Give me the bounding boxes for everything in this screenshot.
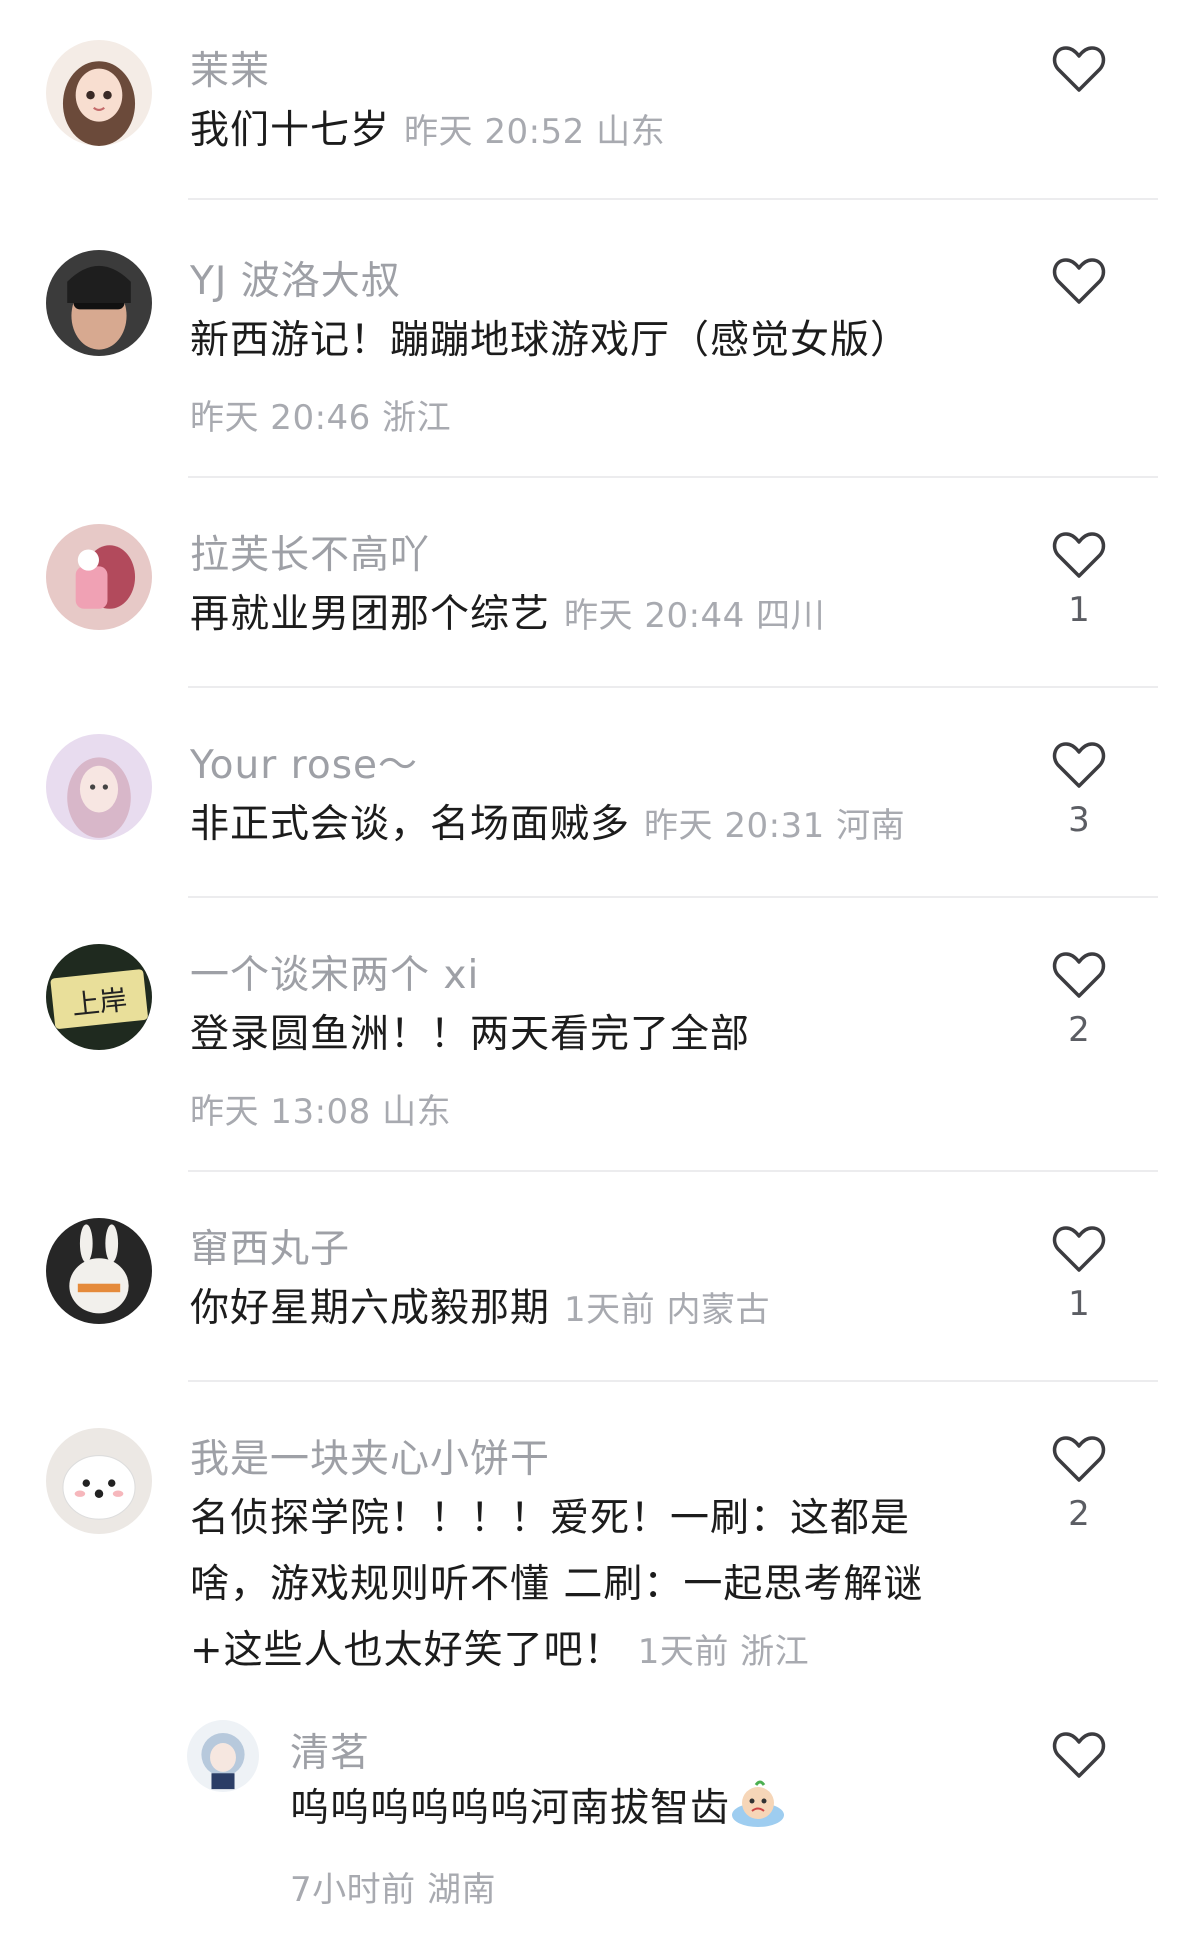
- comment-text: 名侦探学院！！！！爱死！一刷：这都是啥，游戏规则听不懂 二刷：一起思考解谜+这些…: [190, 1486, 970, 1685]
- like-count: 1: [1068, 1284, 1090, 1324]
- like-button[interactable]: [1052, 1730, 1106, 1780]
- comment-body: 再就业男团那个综艺: [190, 592, 551, 637]
- comment-text: 我们十七岁 昨天 20:52 山东: [190, 98, 970, 165]
- like-button[interactable]: [1052, 1224, 1106, 1274]
- username[interactable]: 茉茉: [190, 40, 270, 96]
- comment-text: 新西游记！蹦蹦地球游戏厅（感觉女版）: [190, 308, 970, 374]
- crying-emoji-icon: [730, 1779, 786, 1829]
- username[interactable]: YJ 波洛大叔: [190, 250, 401, 306]
- like-count: 2: [1068, 1494, 1090, 1534]
- username[interactable]: 窜西丸子: [190, 1218, 350, 1274]
- comment-body: 新西游记！蹦蹦地球游戏厅（感觉女版）: [190, 318, 911, 363]
- avatar[interactable]: [46, 1218, 152, 1324]
- comment-meta: 昨天 13:08 山东: [190, 1092, 452, 1132]
- heart-outline-icon: [1052, 1732, 1106, 1778]
- heart-outline-icon: [1052, 1436, 1106, 1482]
- avatar[interactable]: [46, 734, 152, 840]
- username[interactable]: Your rose～: [190, 734, 418, 790]
- like-count: 3: [1068, 800, 1090, 840]
- comment-meta: 1天前 浙江: [637, 1632, 810, 1672]
- comment-text: 呜呜呜呜呜呜河南拔智齿: [290, 1776, 990, 1842]
- comment-meta: 昨天 20:46 浙江: [190, 398, 452, 438]
- avatar[interactable]: [46, 524, 152, 630]
- like-button[interactable]: [1052, 950, 1106, 1000]
- heart-outline-icon: [1052, 46, 1106, 92]
- comment-meta: 昨天 20:31 河南: [644, 806, 906, 846]
- avatar[interactable]: [46, 1428, 152, 1534]
- avatar[interactable]: 上岸: [46, 944, 152, 1050]
- comment-meta: 昨天 20:44 四川: [564, 596, 826, 636]
- divider: [188, 1380, 1158, 1382]
- like-button[interactable]: [1052, 1434, 1106, 1484]
- like-count: 1: [1068, 590, 1090, 630]
- comment-body: 我们十七岁: [190, 108, 391, 153]
- username[interactable]: 我是一块夹心小饼干: [190, 1428, 550, 1484]
- comment-text: 非正式会谈，名场面贼多 昨天 20:31 河南: [190, 792, 970, 859]
- avatar[interactable]: [46, 40, 152, 146]
- username[interactable]: 一个谈宋两个 xi: [190, 944, 479, 1000]
- avatar[interactable]: [46, 250, 152, 356]
- comment-body: 名侦探学院！！！！爱死！一刷：这都是啥，游戏规则听不懂 二刷：一起思考解谜+这些…: [190, 1496, 924, 1673]
- username[interactable]: 拉芙长不高吖: [190, 524, 430, 580]
- heart-outline-icon: [1052, 1226, 1106, 1272]
- comment-body: 你好星期六成毅那期: [190, 1286, 551, 1331]
- like-button[interactable]: [1052, 740, 1106, 790]
- comment-meta: 7小时前 湖南: [290, 1870, 496, 1910]
- like-button[interactable]: [1052, 530, 1106, 580]
- avatar[interactable]: [187, 1720, 259, 1792]
- comment-meta: 昨天 20:52 山东: [404, 112, 666, 152]
- divider: [188, 1170, 1158, 1172]
- comment-body: 呜呜呜呜呜呜河南拔智齿: [290, 1786, 731, 1831]
- comment-meta: 1天前 内蒙古: [564, 1290, 770, 1330]
- divider: [188, 476, 1158, 478]
- comment-text: 你好星期六成毅那期 1天前 内蒙古: [190, 1276, 970, 1343]
- comment-body: 非正式会谈，名场面贼多: [190, 802, 631, 847]
- comment-body: 登录圆鱼洲！！两天看完了全部: [190, 1012, 751, 1057]
- heart-outline-icon: [1052, 742, 1106, 788]
- heart-outline-icon: [1052, 532, 1106, 578]
- divider: [188, 686, 1158, 688]
- like-button[interactable]: [1052, 256, 1106, 306]
- divider: [188, 896, 1158, 898]
- svg-text:上岸: 上岸: [71, 984, 129, 1022]
- like-button[interactable]: [1052, 44, 1106, 94]
- comment-text: 登录圆鱼洲！！两天看完了全部: [190, 1002, 970, 1068]
- comment-text: 再就业男团那个综艺 昨天 20:44 四川: [190, 582, 970, 649]
- username[interactable]: 清茗: [290, 1722, 370, 1778]
- like-count: 2: [1068, 1010, 1090, 1050]
- heart-outline-icon: [1052, 258, 1106, 304]
- heart-outline-icon: [1052, 952, 1106, 998]
- divider: [188, 198, 1158, 200]
